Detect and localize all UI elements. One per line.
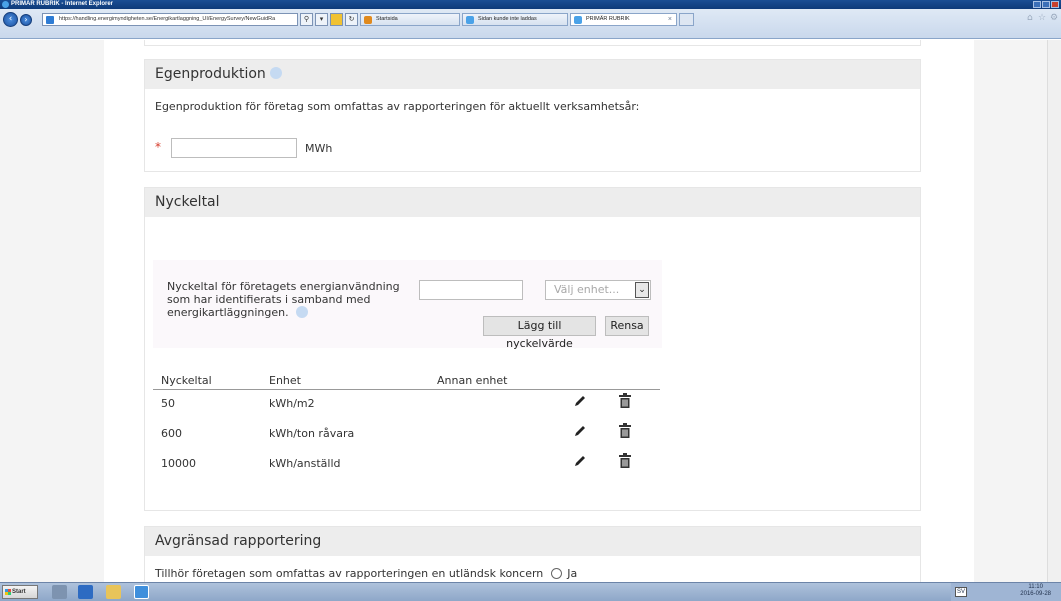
page-tab-icon: [574, 16, 582, 24]
maximize-button[interactable]: [1042, 1, 1050, 8]
internet-explorer-icon: [2, 1, 9, 8]
start-button[interactable]: Start: [2, 585, 38, 599]
clock-time: 11:10: [1028, 584, 1043, 590]
table-row: 600 kWh/ton råvara: [153, 420, 660, 450]
settings-gear-icon[interactable]: ⚙: [1050, 13, 1058, 23]
section-nyckeltal: Nyckeltal Nyckeltal för företagets energ…: [144, 187, 921, 511]
table-row: 10000 kWh/anställd: [153, 450, 660, 480]
tab-startsida[interactable]: Startsida: [360, 13, 460, 26]
section-header: Avgränsad rapportering: [145, 527, 920, 556]
browser-toolbar: ‹ › https://handling.energimyndigheten.s…: [0, 9, 1061, 39]
chevron-down-icon[interactable]: ⌄: [635, 282, 649, 298]
trash-icon[interactable]: [619, 393, 631, 408]
question-text: Tillhör företagen som omfattas av rappor…: [155, 567, 544, 580]
info-icon[interactable]: [269, 67, 282, 79]
tab-label: Sidan kunde inte laddas: [478, 16, 537, 22]
section-title: Egenproduktion: [155, 66, 266, 82]
mwh-unit-label: MWh: [305, 142, 333, 155]
back-button[interactable]: ‹: [3, 12, 18, 27]
required-marker: *: [155, 140, 161, 154]
media-player-icon[interactable]: [78, 585, 93, 599]
folder-icon[interactable]: [106, 585, 121, 599]
internet-explorer-taskbar-icon[interactable]: [134, 585, 149, 599]
home-tab-icon: [364, 16, 372, 24]
tab-label: Startsida: [376, 16, 398, 22]
nyckeltal-form-label: Nyckeltal för företagets energianvändnin…: [167, 280, 407, 319]
main-content: Egenproduktion Egenproduktion för företa…: [104, 40, 974, 582]
computer-icon[interactable]: [52, 585, 67, 599]
section-avgransad-rapportering: Avgränsad rapportering Tillhör företagen…: [144, 526, 921, 582]
foreign-group-question: Tillhör företagen som omfattas av rappor…: [155, 567, 577, 580]
edit-pencil-icon[interactable]: [573, 454, 587, 468]
radio-ja[interactable]: [551, 567, 563, 579]
tab-sidan-kunde-inte-laddas[interactable]: Sidan kunde inte laddas: [462, 13, 568, 26]
row-unit: kWh/ton råvara: [269, 427, 355, 440]
unit-select-placeholder: Välj enhet...: [554, 283, 620, 296]
start-label: Start: [12, 589, 26, 595]
windows-taskbar: Start SV 11:10 2016-09-28: [0, 582, 1061, 601]
language-indicator[interactable]: SV: [955, 587, 968, 597]
windows-logo-icon: [5, 589, 11, 595]
row-value: 10000: [161, 457, 196, 470]
new-tab-button[interactable]: [679, 13, 694, 26]
home-icon[interactable]: ⌂: [1027, 13, 1033, 23]
section-egenproduktion: Egenproduktion Egenproduktion för företa…: [144, 59, 921, 172]
section-header: Egenproduktion: [145, 60, 920, 89]
trash-icon[interactable]: [619, 423, 631, 438]
nyckeltal-form-text: Nyckeltal för företagets energianvändnin…: [167, 280, 400, 319]
lock-icon[interactable]: [330, 13, 343, 26]
nyckeltal-form: Nyckeltal för företagets energianvändnin…: [153, 260, 662, 350]
close-window-button[interactable]: [1051, 1, 1059, 8]
window-title: PRIMÄR RUBRIK - Internet Explorer: [11, 1, 114, 7]
vertical-scrollbar[interactable]: [1047, 40, 1061, 582]
forward-button[interactable]: ›: [20, 14, 32, 26]
edit-pencil-icon[interactable]: [573, 394, 587, 408]
nyckeltal-table: Nyckeltal Enhet Annan enhet 50 kWh/m2 60…: [153, 374, 660, 480]
info-icon[interactable]: [296, 306, 309, 318]
refresh-icon[interactable]: ↻: [345, 13, 358, 26]
egenproduktion-mwh-input[interactable]: [171, 138, 297, 158]
search-icon[interactable]: ⚲: [300, 13, 313, 26]
site-icon: [46, 16, 54, 24]
page-viewport: Egenproduktion Egenproduktion för företa…: [0, 40, 1061, 582]
trash-icon[interactable]: [619, 453, 631, 468]
row-value: 50: [161, 397, 175, 410]
favorites-icon[interactable]: ☆: [1038, 13, 1046, 23]
tab-primar-rubrik[interactable]: PRIMÄR RUBRIK ×: [570, 13, 677, 26]
section-title: Nyckeltal: [155, 194, 220, 210]
window-controls: [1033, 1, 1059, 8]
address-bar[interactable]: https://handling.energimyndigheten.se/En…: [42, 13, 298, 26]
section-header: Nyckeltal: [145, 188, 920, 217]
column-header-annan-enhet: Annan enhet: [437, 374, 508, 387]
window-title-bar: PRIMÄR RUBRIK - Internet Explorer: [0, 0, 1061, 9]
clock-date: 2016-09-28: [1020, 591, 1051, 597]
address-url: https://handling.energimyndigheten.se/En…: [59, 16, 276, 22]
previous-section-edge: [144, 40, 921, 46]
add-key-value-button[interactable]: Lägg till nyckelvärde: [483, 316, 596, 350]
table-row: 50 kWh/m2: [153, 390, 660, 420]
clock[interactable]: 11:10 2016-09-28: [1020, 584, 1051, 598]
tab-label: PRIMÄR RUBRIK: [586, 16, 630, 22]
close-tab-icon[interactable]: ×: [668, 14, 672, 25]
row-value: 600: [161, 427, 182, 440]
row-unit: kWh/anställd: [269, 457, 341, 470]
address-tools: ⚲ ▾ ↻: [300, 13, 358, 26]
row-unit: kWh/m2: [269, 397, 315, 410]
section-title: Avgränsad rapportering: [155, 533, 322, 549]
table-header-row: Nyckeltal Enhet Annan enhet: [153, 374, 660, 390]
edit-pencil-icon[interactable]: [573, 424, 587, 438]
column-header-enhet: Enhet: [269, 374, 301, 387]
clear-button[interactable]: Rensa: [605, 316, 649, 336]
minimize-button[interactable]: [1033, 1, 1041, 8]
egenproduktion-description: Egenproduktion för företag som omfattas …: [155, 100, 640, 113]
nyckeltal-value-input[interactable]: [419, 280, 523, 300]
page-tab-icon: [466, 16, 474, 24]
radio-ja-label: Ja: [567, 567, 578, 580]
dropdown-icon[interactable]: ▾: [315, 13, 328, 26]
column-header-nyckeltal: Nyckeltal: [161, 374, 212, 387]
unit-select[interactable]: Välj enhet... ⌄: [545, 280, 651, 300]
system-tray: SV 11:10 2016-09-28: [951, 583, 1061, 601]
